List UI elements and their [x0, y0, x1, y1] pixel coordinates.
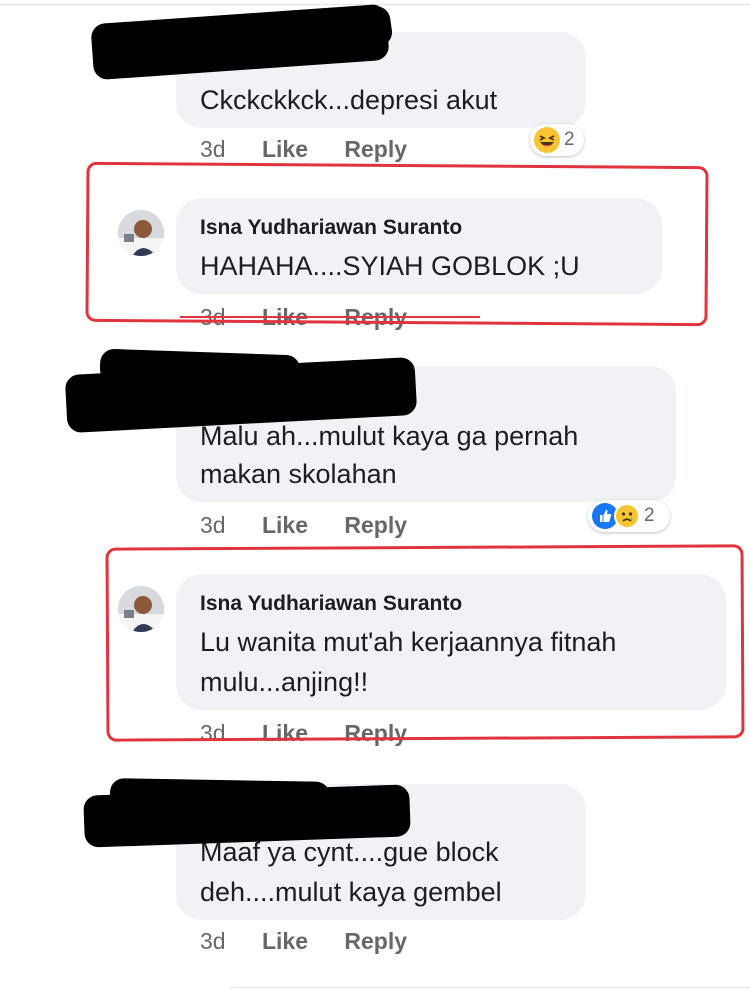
annotation-stroke: [180, 316, 480, 318]
reaction-count: 2: [564, 129, 575, 150]
bottom-divider: [230, 987, 750, 988]
comment-text: mulu...anjing!!: [200, 667, 369, 697]
comment-actions-1: 3d Like Reply: [200, 136, 407, 163]
comment-text: makan skolahan: [200, 459, 397, 489]
comment-time: 3d: [200, 720, 226, 746]
reaction-summary-1[interactable]: 2: [530, 124, 584, 156]
reply-link[interactable]: Reply: [344, 720, 407, 747]
comment-text: Ckckckkck...depresi akut: [200, 85, 498, 115]
reply-link[interactable]: Reply: [344, 512, 407, 539]
reply-link[interactable]: Reply: [344, 928, 407, 955]
like-link[interactable]: Like: [262, 720, 308, 747]
reaction-summary-3[interactable]: 2: [588, 500, 670, 532]
comment-bubble-2: Isna Yudhariawan Suranto HAHAHA....SYIAH…: [176, 198, 662, 294]
reply-link[interactable]: Reply: [344, 136, 407, 163]
comment-text: deh....mulut kaya gembel: [200, 877, 502, 907]
redacted-author-name-tail: [109, 778, 331, 812]
comment-actions-5: 3d Like Reply: [200, 928, 407, 955]
avatar[interactable]: [118, 210, 164, 256]
avatar[interactable]: [118, 586, 164, 632]
comment-bubble-4: Isna Yudhariawan Suranto Lu wanita mut'a…: [176, 574, 726, 710]
redacted-author-name-tail: [99, 348, 301, 390]
comment-time: 3d: [200, 136, 226, 162]
comment-author[interactable]: Isna Yudhariawan Suranto: [200, 214, 462, 242]
comment-time: 3d: [200, 512, 226, 538]
comment-author[interactable]: Isna Yudhariawan Suranto: [200, 590, 462, 618]
comment-actions-3: 3d Like Reply: [200, 512, 407, 539]
like-link[interactable]: Like: [262, 512, 308, 539]
comment-actions-4: 3d Like Reply: [200, 720, 407, 747]
crying-emoji-icon: [614, 503, 640, 529]
comment-time: 3d: [200, 928, 226, 954]
like-link[interactable]: Like: [262, 136, 308, 163]
laughing-emoji-icon: [534, 127, 560, 153]
like-link[interactable]: Like: [262, 928, 308, 955]
comment-text: HAHAHA....SYIAH GOBLOK ;U: [200, 251, 580, 281]
comment-text: Lu wanita mut'ah kerjaannya fitnah: [200, 627, 617, 657]
reaction-count: 2: [644, 505, 655, 526]
